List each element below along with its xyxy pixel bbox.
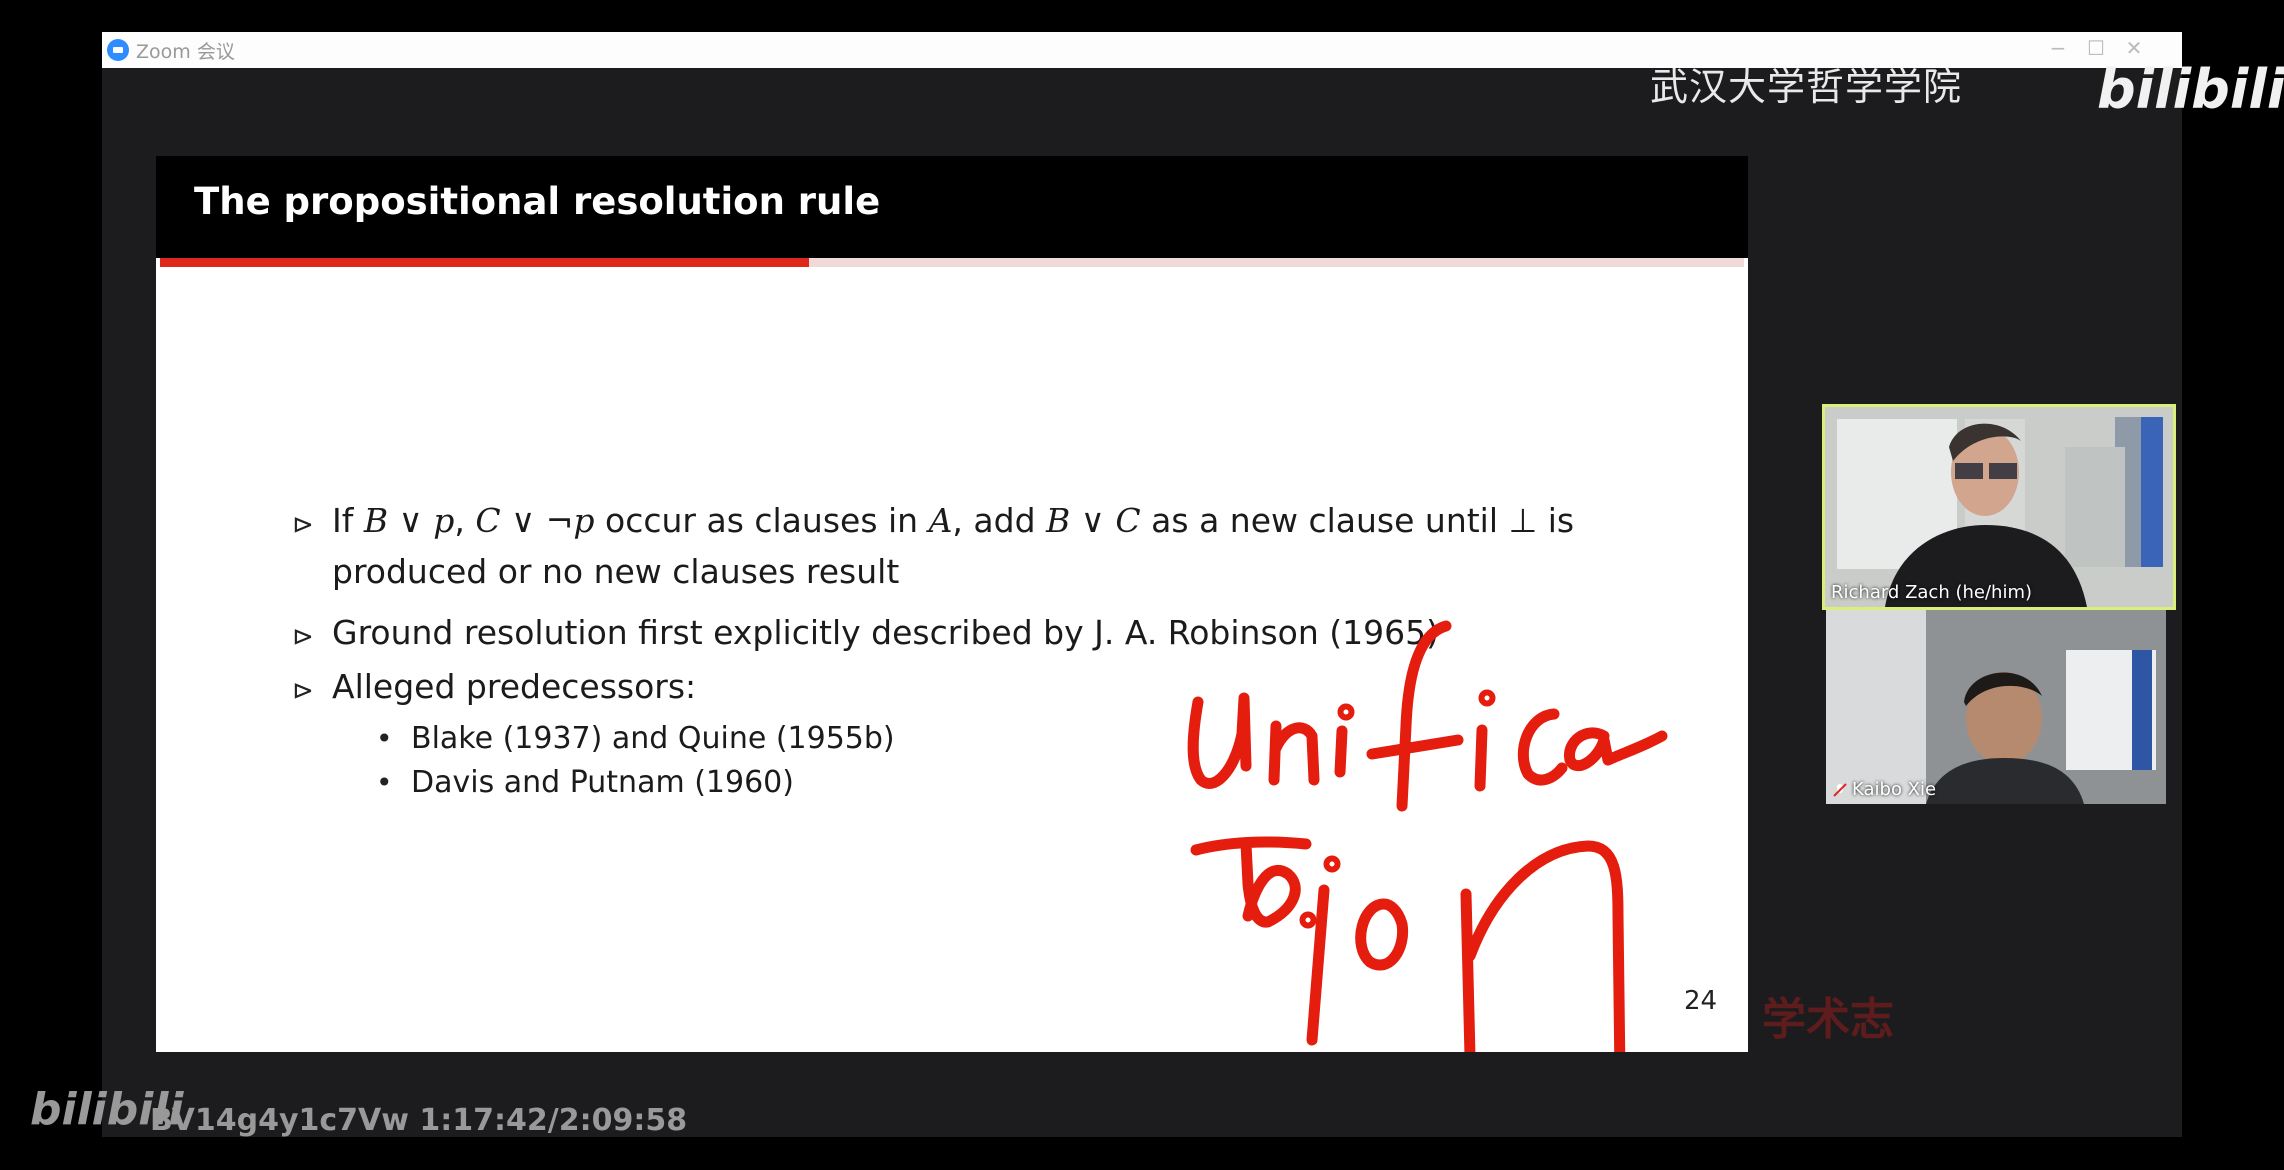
video-tile-richard-zach[interactable]: Richard Zach (he/him) bbox=[1822, 404, 2176, 610]
bilibili-logo-top: bilibili bbox=[2097, 58, 2284, 121]
ink-dot bbox=[1299, 911, 1317, 929]
ink-f bbox=[1366, 620, 1464, 812]
video-tile-kaibo-xie[interactable]: Kaibo Xie bbox=[1826, 610, 2166, 804]
participant-video bbox=[1825, 407, 2173, 607]
ink-i bbox=[1334, 725, 1348, 778]
participant-name: Richard Zach (he/him) bbox=[1831, 582, 2032, 603]
zoom-app-icon bbox=[107, 39, 129, 61]
ink-n bbox=[1268, 720, 1320, 786]
ink-o bbox=[1355, 898, 1409, 971]
ink-i bbox=[1474, 724, 1488, 792]
ink-u bbox=[1187, 692, 1252, 789]
xueshuzhi-watermark: 学术志 bbox=[1762, 994, 1894, 1045]
video-id-timestamp: BV14g4y1c7Vw 1:17:42/2:09:58 bbox=[150, 1103, 688, 1138]
window-title: Zoom 会议 bbox=[136, 41, 235, 63]
participant-name: Kaibo Xie bbox=[1852, 779, 1937, 800]
ink-a bbox=[1564, 727, 1668, 772]
ink-i bbox=[1306, 884, 1330, 1046]
shared-slide: The propositional resolution rule ⊳ If B… bbox=[156, 156, 1748, 1052]
minimize-button[interactable]: − bbox=[2042, 36, 2074, 60]
maximize-button[interactable]: ☐ bbox=[2080, 36, 2112, 60]
handwritten-annotation bbox=[1187, 620, 1668, 1052]
participant-video bbox=[1826, 610, 2166, 804]
channel-watermark: 武汉大学哲学学院 bbox=[1650, 65, 1963, 109]
close-button[interactable]: ✕ bbox=[2118, 36, 2150, 60]
ink-n bbox=[1460, 840, 1626, 1052]
ink-c bbox=[1517, 708, 1568, 786]
zoom-meeting-window: Zoom 会议 − ☐ ✕ The propositional resoluti… bbox=[102, 32, 2284, 1137]
ink-dot bbox=[1478, 689, 1496, 707]
ink-t bbox=[1190, 836, 1312, 928]
ink-dot bbox=[1337, 703, 1355, 721]
ink-dot bbox=[1323, 855, 1341, 873]
mic-muted-icon bbox=[1833, 783, 1847, 797]
